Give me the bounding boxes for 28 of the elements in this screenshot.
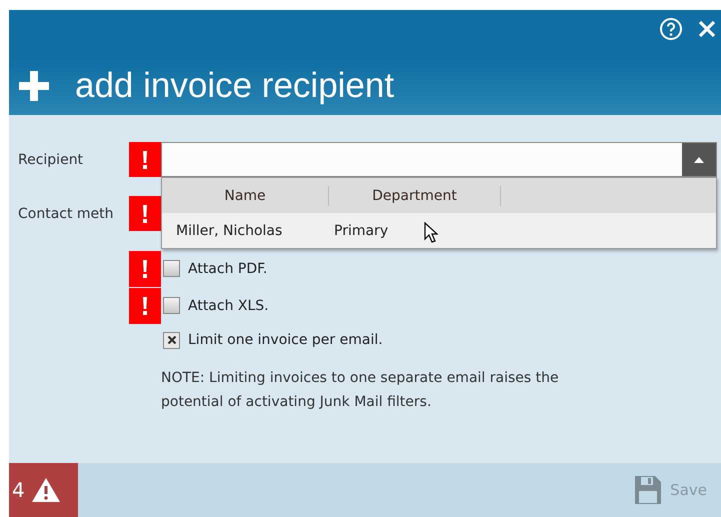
checkbox-label: Attach XLS. xyxy=(188,298,269,314)
plus-icon xyxy=(17,69,51,103)
note-text: NOTE: Limiting invoices to one separate email raises the potential of activating Junk Mail filters. xyxy=(161,369,560,412)
checkbox[interactable] xyxy=(163,332,180,348)
warning-icon xyxy=(30,477,61,503)
close-icon[interactable] xyxy=(697,19,717,39)
checkbox[interactable] xyxy=(163,260,180,277)
exclamation-icon xyxy=(142,296,148,314)
dropdown-row[interactable]: Miller, Nicholas Primary xyxy=(162,213,716,248)
field-label: Contact meth xyxy=(18,206,115,222)
checkbox[interactable] xyxy=(163,297,180,314)
exclamation-icon xyxy=(142,260,148,278)
row-cell-text: Miller, Nicholas xyxy=(175,222,284,238)
exclamation-icon xyxy=(142,204,148,222)
checkbox-label: Attach PDF. xyxy=(188,260,268,276)
checkbox-label: Limit one invoice per email. xyxy=(188,332,383,348)
dialog-title: add invoice recipient xyxy=(75,66,394,106)
recipient-combobox[interactable] xyxy=(161,142,717,177)
mouse-cursor-icon xyxy=(424,222,438,244)
help-icon[interactable] xyxy=(659,17,683,41)
cross-icon xyxy=(166,335,176,345)
row-cell: Primary xyxy=(334,222,388,238)
caret-icon[interactable] xyxy=(682,143,716,176)
column-header[interactable]: Name xyxy=(162,186,329,206)
field-label: Recipient xyxy=(18,152,84,168)
error-count-badge[interactable]: 4 xyxy=(9,463,78,517)
column-header[interactable]: Department xyxy=(329,186,501,206)
exclamation-icon xyxy=(142,150,148,168)
